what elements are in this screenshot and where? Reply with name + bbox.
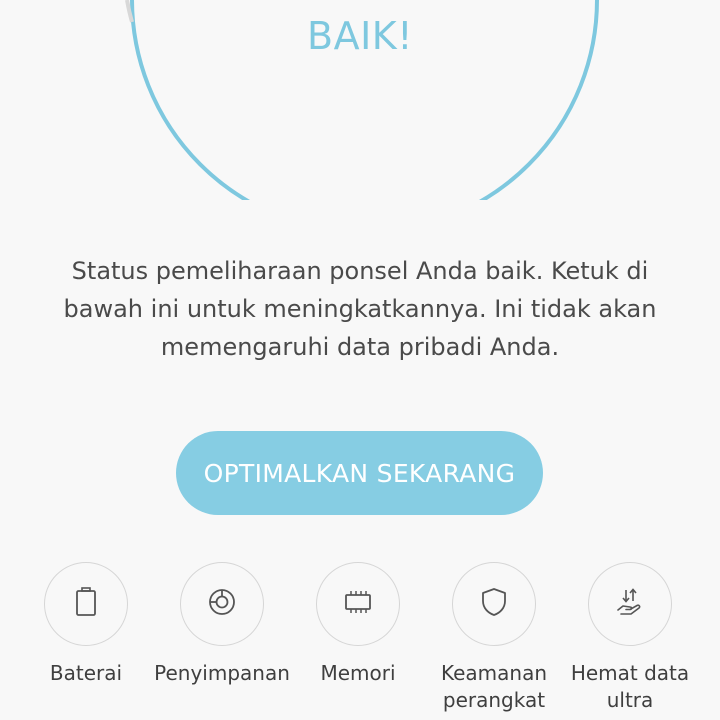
storage-icon xyxy=(206,586,238,623)
data-saver-icon xyxy=(614,586,646,623)
feature-ultra-data-saving[interactable]: Hemat data ultra xyxy=(562,562,698,714)
shield-icon xyxy=(480,586,508,623)
status-gauge: BAIK! xyxy=(0,0,720,200)
feature-label: Baterai xyxy=(49,661,123,685)
status-word: BAIK! xyxy=(307,14,413,58)
feature-label: Hemat data ultra xyxy=(570,661,690,712)
optimize-now-button[interactable]: OPTIMALKAN SEKARANG xyxy=(176,431,543,515)
feature-storage[interactable]: Penyimpanan xyxy=(154,562,290,687)
storage-icon-circle xyxy=(180,562,264,646)
feature-label: Memori xyxy=(320,661,396,685)
memory-chip-icon xyxy=(342,588,374,621)
feature-label: Keamanan perangkat xyxy=(440,661,548,712)
feature-device-security[interactable]: Keamanan perangkat xyxy=(426,562,562,714)
feature-row: Baterai Penyimpanan Memori Keamanan pera… xyxy=(0,562,720,720)
feature-label: Penyimpanan xyxy=(154,661,290,685)
status-description: Status pemeliharaan ponsel Anda baik. Ke… xyxy=(63,257,657,361)
battery-icon xyxy=(73,586,99,622)
feature-memory[interactable]: Memori xyxy=(290,562,426,687)
data-saver-icon-circle xyxy=(588,562,672,646)
battery-icon-circle xyxy=(44,562,128,646)
shield-icon-circle xyxy=(452,562,536,646)
memory-icon-circle xyxy=(316,562,400,646)
device-care-screen: BAIK! Status pemeliharaan ponsel Anda ba… xyxy=(0,0,720,720)
feature-battery[interactable]: Baterai xyxy=(18,562,154,687)
